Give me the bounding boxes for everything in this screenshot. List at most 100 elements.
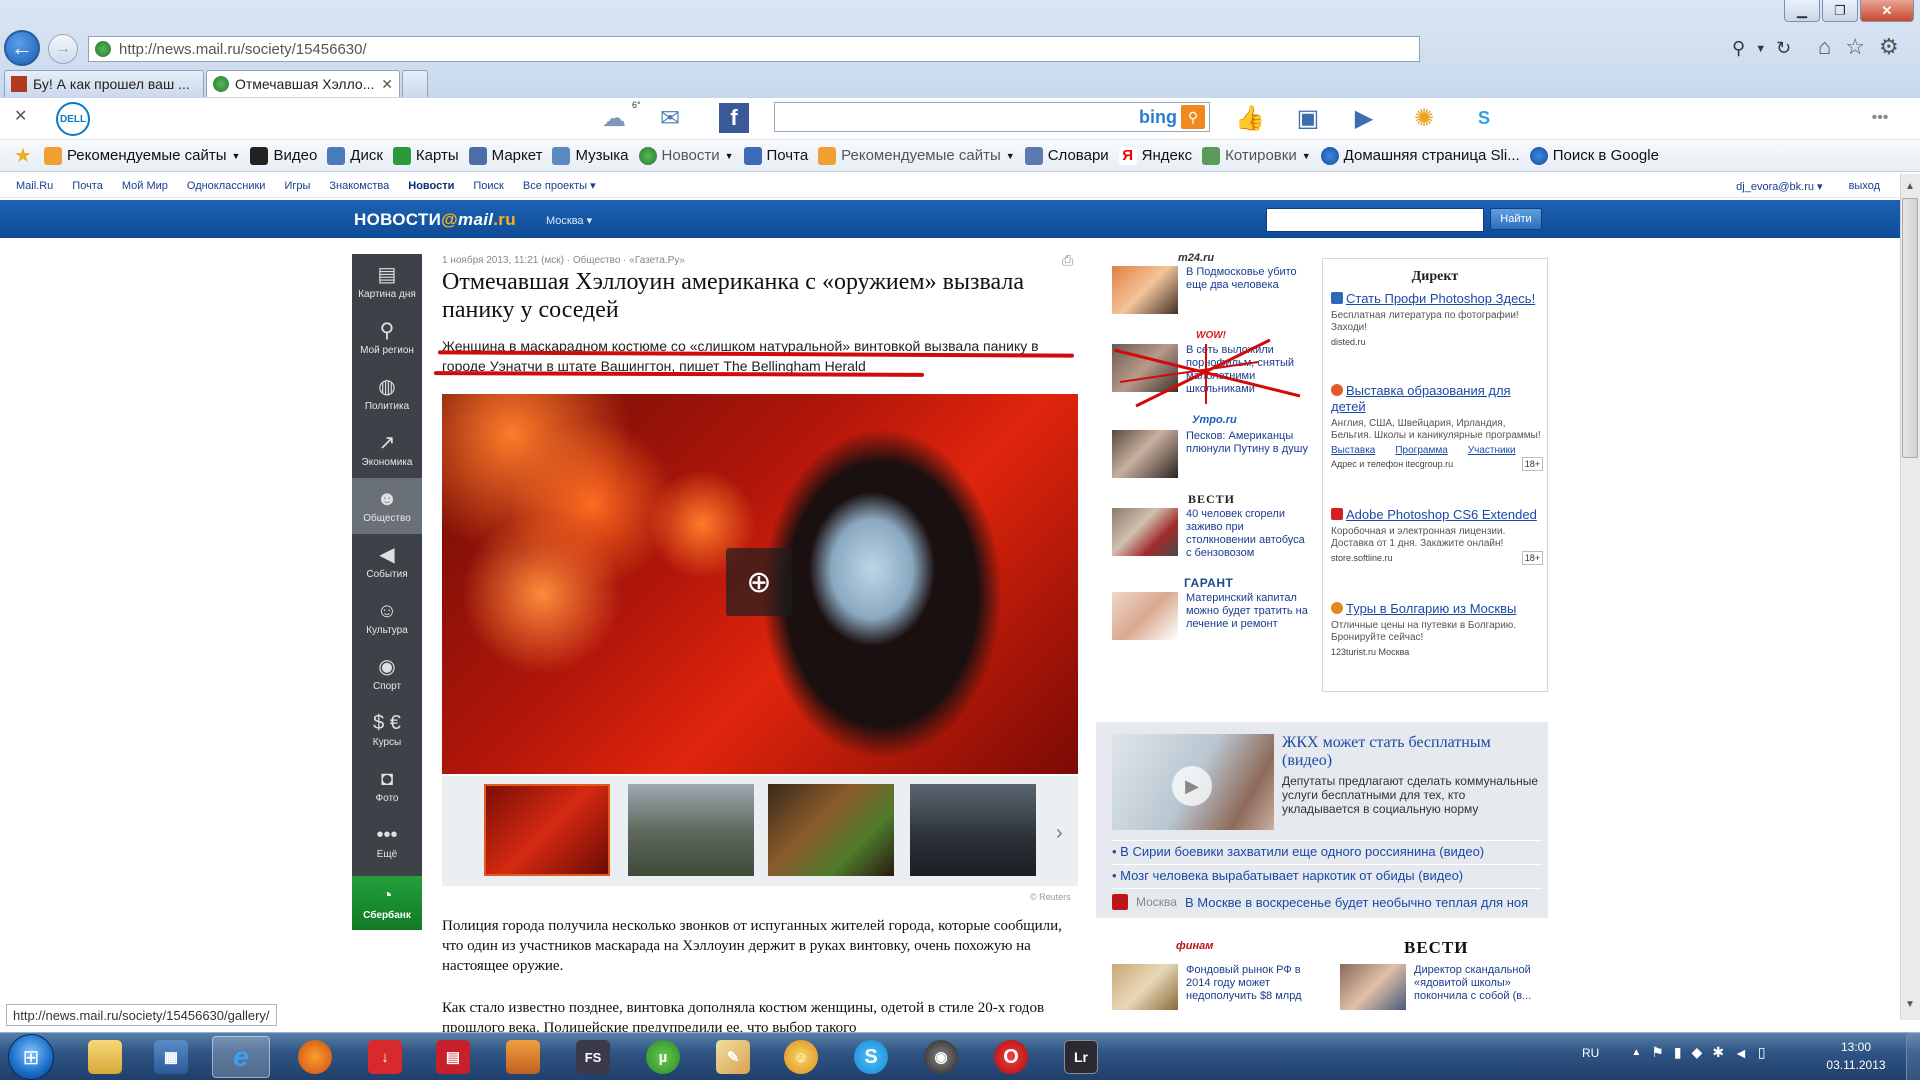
taskbar-download-manager[interactable]: ↓: [356, 1036, 414, 1078]
tab-1[interactable]: Бу! А как прошел ваш ...: [4, 70, 204, 97]
taskbar-clock[interactable]: 13:00 03.11.2013: [1816, 1038, 1896, 1074]
fav-item[interactable]: Словари: [1024, 146, 1109, 165]
bing-search-button[interactable]: ⚲: [1181, 105, 1205, 129]
news-mailru-logo[interactable]: НОВОСТИ@mail.ru: [354, 210, 516, 230]
taskbar-explorer[interactable]: [76, 1036, 134, 1078]
show-desktop-button[interactable]: [1906, 1032, 1920, 1080]
portal-link[interactable]: Все проекты ▾: [523, 179, 596, 192]
app-tray-icon[interactable]: ◆: [1692, 1044, 1703, 1061]
gallery-thumbnail[interactable]: [768, 784, 894, 876]
portal-link[interactable]: Mail.Ru: [16, 180, 53, 192]
user-email-menu[interactable]: dj_evora@bk.ru ▾: [1736, 180, 1822, 193]
fav-item[interactable]: Новости ▼: [638, 146, 734, 165]
portal-link[interactable]: Поиск: [473, 180, 503, 192]
ad-item[interactable]: Adobe Photoshop CS6 Extended Коробочная …: [1331, 507, 1543, 565]
toolbar-close-icon[interactable]: ✕: [14, 106, 27, 126]
sidebar-item-politics[interactable]: ◍ Политика: [352, 366, 422, 422]
sidebar-item-my-region[interactable]: ⚲ Мой регион: [352, 310, 422, 366]
sidebar-item-sport[interactable]: ◉ Спорт: [352, 646, 422, 702]
skype-icon[interactable]: S: [1460, 100, 1508, 136]
portal-link[interactable]: Знакомства: [329, 180, 389, 192]
scroll-up-arrow-icon[interactable]: ▲: [1902, 178, 1918, 194]
new-tab-button[interactable]: [402, 70, 428, 97]
close-window-button[interactable]: ✕: [1860, 0, 1914, 22]
power-battery-icon[interactable]: ▯: [1758, 1044, 1766, 1061]
fav-item[interactable]: Видео: [250, 146, 317, 165]
taskbar-internet-explorer[interactable]: e: [212, 1036, 270, 1078]
search-icon[interactable]: ⚲: [1732, 38, 1745, 60]
network-signal-icon[interactable]: ▮: [1674, 1044, 1682, 1061]
ad-item[interactable]: Выставка образования для детей Англия, С…: [1331, 383, 1543, 471]
gallery-thumbnail[interactable]: [484, 784, 610, 876]
sidebar-item-economy[interactable]: ↗ Экономика: [352, 422, 422, 478]
portal-link[interactable]: Почта: [72, 180, 103, 192]
back-button[interactable]: ←: [4, 30, 40, 66]
sidebar-item-photo[interactable]: ◘ Фото: [352, 758, 422, 814]
portal-link[interactable]: Игры: [284, 180, 310, 192]
taskbar-opera[interactable]: O: [982, 1036, 1040, 1078]
gallery-thumbnail[interactable]: [910, 784, 1036, 876]
fav-item[interactable]: Рекомендуемые сайты ▼: [43, 146, 240, 165]
action-center-flag-icon[interactable]: ⚑: [1651, 1044, 1664, 1061]
taskbar-app[interactable]: ☺: [772, 1036, 830, 1078]
scroll-down-arrow-icon[interactable]: ▼: [1902, 996, 1918, 1012]
fav-item[interactable]: Рекомендуемые сайты ▼: [818, 146, 1015, 165]
moscow-news-link[interactable]: Москва В Москве в воскресенье будет необ…: [1112, 893, 1542, 911]
taskbar-pdf-reader[interactable]: ▤: [424, 1036, 482, 1078]
gallery-next-arrow-icon[interactable]: ›: [1056, 822, 1063, 845]
tab-2-active[interactable]: Отмечавшая Хэлло... ✕: [206, 70, 400, 97]
video-news-link[interactable]: • Мозг человека вырабатывает наркотик от…: [1112, 868, 1463, 883]
favorites-star-icon[interactable]: ☆: [1845, 34, 1865, 60]
news-search-input[interactable]: [1266, 208, 1484, 232]
sidebar-item-more[interactable]: ••• Ещё: [352, 814, 422, 870]
taskbar-faststone[interactable]: FS: [564, 1036, 622, 1078]
fav-item[interactable]: Поиск в Google: [1529, 146, 1659, 165]
close-tab-icon[interactable]: ✕: [381, 76, 393, 93]
news-search-button[interactable]: Найти: [1490, 208, 1542, 230]
fav-item[interactable]: Почта: [743, 146, 808, 165]
show-hidden-icons-icon[interactable]: ▲: [1631, 1047, 1641, 1058]
taskbar-firefox[interactable]: [286, 1036, 344, 1078]
facebook-icon[interactable]: f: [716, 100, 752, 136]
fav-item[interactable]: Я Яндекс: [1118, 146, 1192, 165]
fav-item[interactable]: Музыка: [552, 146, 629, 165]
start-button[interactable]: ⊞: [8, 1034, 54, 1080]
play-icon[interactable]: ▶: [1172, 766, 1212, 806]
scrollbar-thumb[interactable]: [1902, 198, 1918, 458]
chat-bubble-icon[interactable]: ▣: [1290, 100, 1326, 136]
taskbar-utorrent[interactable]: µ: [634, 1036, 692, 1078]
fav-item[interactable]: Диск: [327, 146, 383, 165]
toolbar-more-icon[interactable]: •••: [1862, 100, 1898, 136]
dropdown-icon[interactable]: ▼: [1755, 38, 1766, 60]
bing-search-box[interactable]: bing ⚲: [774, 102, 1210, 132]
weather-cloud-icon[interactable]: ☁: [596, 100, 632, 136]
fav-item[interactable]: Карты: [392, 146, 459, 165]
restore-button[interactable]: ❐: [1822, 0, 1858, 22]
sidebar-item-rates[interactable]: $ € Курсы: [352, 702, 422, 758]
forward-button[interactable]: →: [48, 34, 78, 64]
refresh-icon[interactable]: ↻: [1776, 38, 1791, 60]
language-indicator[interactable]: RU: [1582, 1046, 1599, 1060]
taskbar-camera-app[interactable]: ◉: [912, 1036, 970, 1078]
logout-link[interactable]: выход: [1849, 180, 1880, 193]
taskbar-app[interactable]: ▦: [142, 1036, 200, 1078]
ad-item[interactable]: Туры в Болгарию из Москвы Отличные цены …: [1331, 601, 1543, 657]
video-reel-icon[interactable]: ▶: [1346, 100, 1382, 136]
fav-item[interactable]: Домашняя страница Sli...: [1320, 146, 1520, 165]
sidebar-item-picture-of-day[interactable]: ▤ Картина дня: [352, 254, 422, 310]
sparkle-icon[interactable]: ✺: [1406, 100, 1442, 136]
fav-item[interactable]: Маркет: [468, 146, 542, 165]
taskbar-paint[interactable]: ✎: [704, 1036, 762, 1078]
taskbar-skype[interactable]: S: [842, 1036, 900, 1078]
mail-envelope-icon[interactable]: ✉: [652, 100, 688, 136]
sberbank-button[interactable]: ◔ Сбербанк: [352, 876, 422, 930]
volume-speaker-icon[interactable]: ◄: [1734, 1045, 1748, 1061]
fav-item[interactable]: Котировки ▼: [1202, 146, 1311, 165]
like-thumb-icon[interactable]: 👍: [1232, 100, 1268, 136]
taskbar-lightroom[interactable]: Lr: [1052, 1036, 1110, 1078]
sidebar-item-events[interactable]: ◀ События: [352, 534, 422, 590]
video-news-link[interactable]: • В Сирии боевики захватили еще одного р…: [1112, 844, 1484, 859]
sidebar-item-culture[interactable]: ☺ Культура: [352, 590, 422, 646]
city-selector[interactable]: Москва ▾: [546, 214, 592, 227]
gallery-thumbnail[interactable]: [628, 784, 754, 876]
